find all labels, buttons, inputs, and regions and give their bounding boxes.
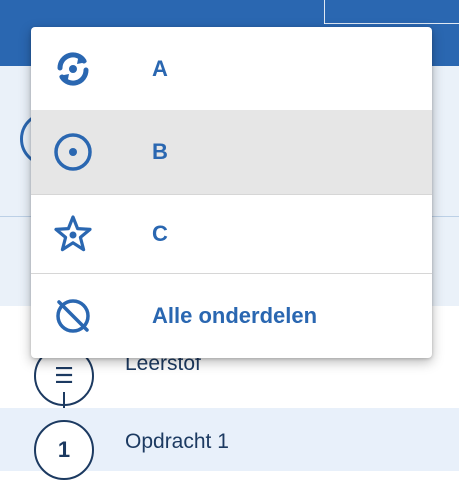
header-divider-horizontal xyxy=(324,23,459,24)
menu-item-label: Alle onderdelen xyxy=(152,302,318,328)
menu-item-label: A xyxy=(152,55,168,81)
menu-item-a[interactable]: A xyxy=(31,27,432,110)
step-item-opdracht-1[interactable]: 1 Opdracht 1 xyxy=(0,408,459,480)
menu-item-alle-onderdelen[interactable]: Alle onderdelen xyxy=(31,273,432,358)
star-icon xyxy=(51,212,95,256)
filter-menu: A B C Alle onderdelen xyxy=(31,27,432,358)
menu-item-c[interactable]: C xyxy=(31,194,432,273)
header-divider xyxy=(324,0,325,24)
menu-item-b[interactable]: B xyxy=(31,110,432,194)
menu-item-label: C xyxy=(152,220,168,246)
target-icon xyxy=(51,130,95,174)
step-number-badge: 1 xyxy=(34,420,94,480)
step-label: Opdracht 1 xyxy=(125,430,229,453)
sync-icon xyxy=(51,47,95,91)
hide-icon xyxy=(51,294,95,338)
menu-item-label: B xyxy=(152,139,168,164)
